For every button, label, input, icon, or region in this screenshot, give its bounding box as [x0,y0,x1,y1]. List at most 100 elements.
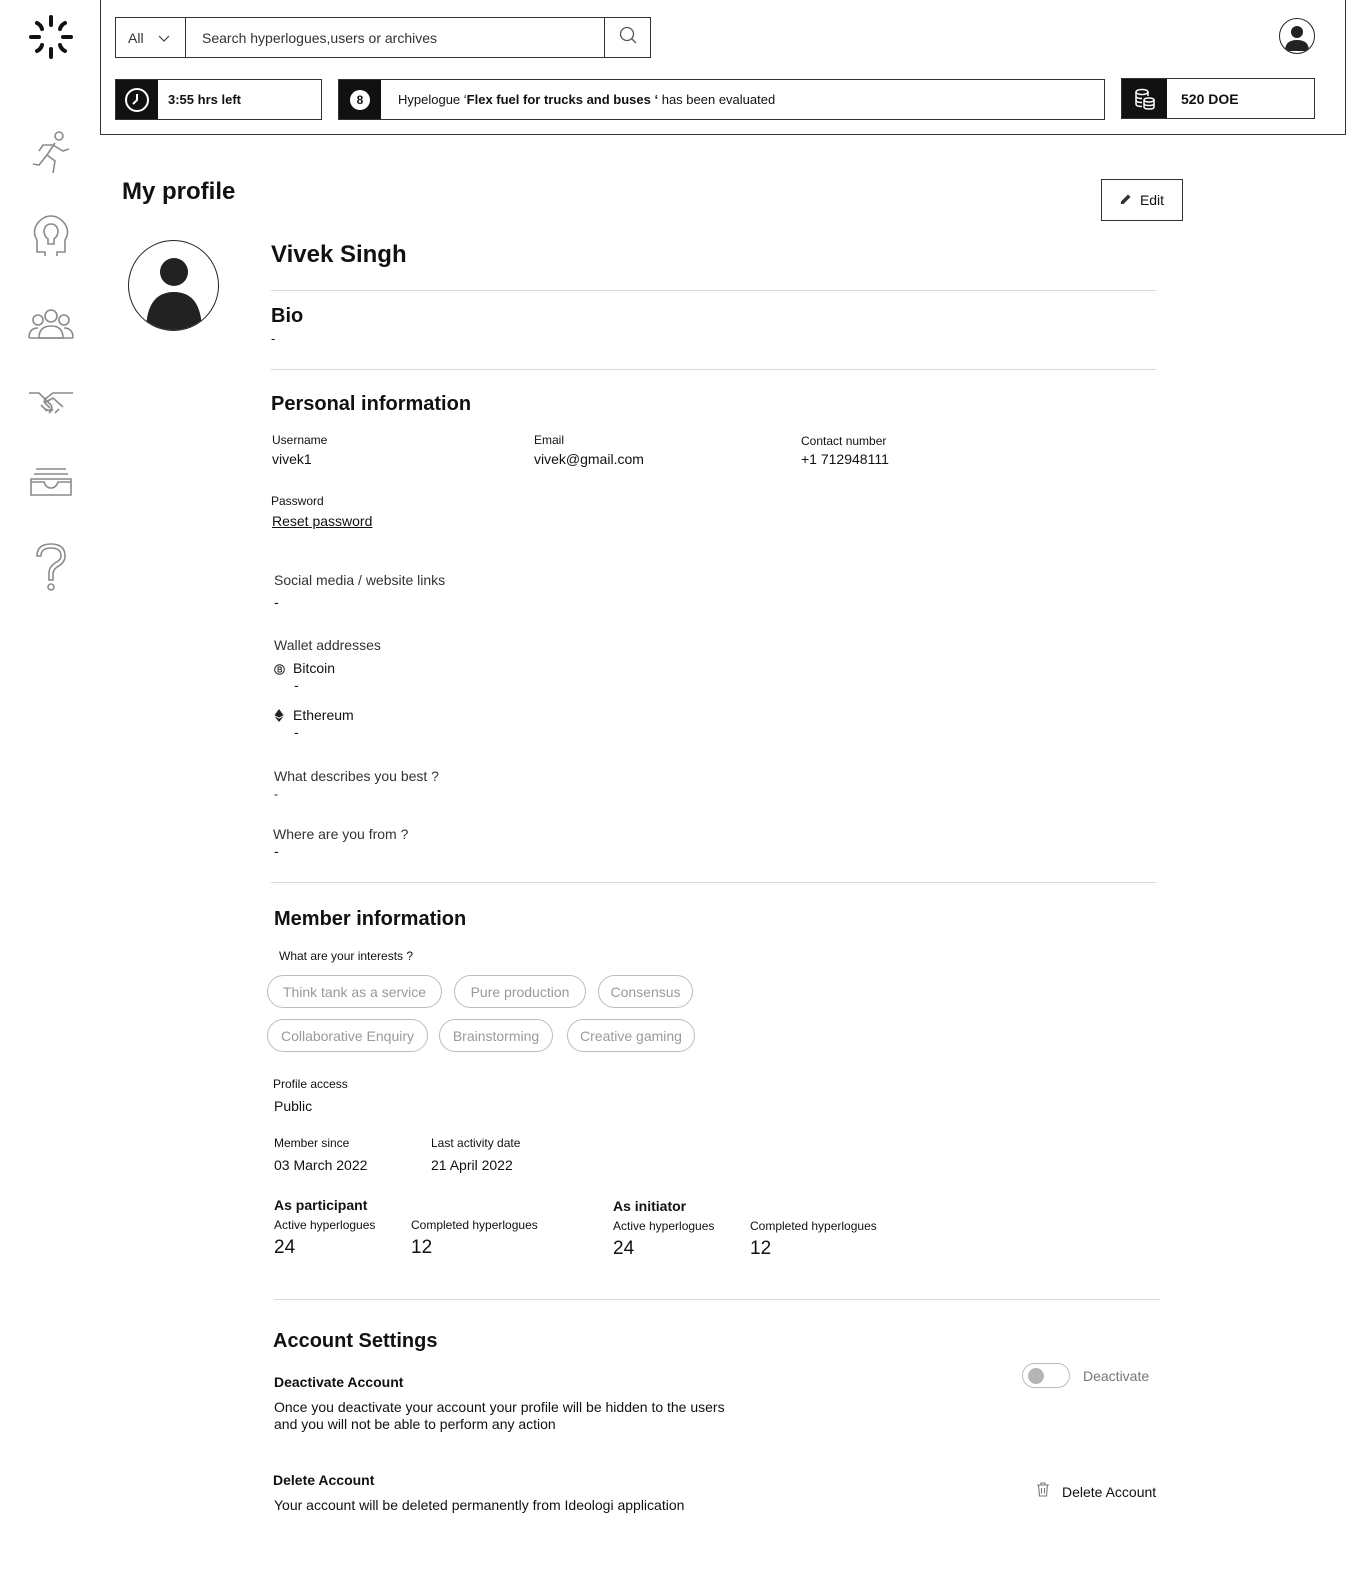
social-links-label: Social media / website links [274,572,446,588]
interest-chip[interactable]: Collaborative Enquiry [267,1019,428,1052]
delete-desc: Your account will be deleted permanently… [274,1497,685,1513]
bitcoin-icon [274,662,285,680]
divider [274,1299,1160,1300]
initiator-completed-value: 12 [750,1238,772,1259]
search-filter-value: All [128,29,144,46]
clock-icon [116,80,158,119]
member-since-label: Member since [274,1136,350,1150]
pencil-icon [1120,192,1132,208]
initiator-active-value: 24 [613,1238,635,1259]
balance-box: 520 DOE [1121,78,1315,119]
interests-label: What are your interests ? [279,949,414,963]
logo-icon[interactable] [24,10,78,64]
notification-title: Flex fuel for trucks and buses ‘ [466,92,659,107]
running-icon[interactable] [24,125,78,179]
deactivate-toggle-label: Deactivate [1083,1368,1150,1384]
deactivate-toggle[interactable] [1022,1363,1070,1388]
notification-prefix: Hypelogue ‘ [398,92,467,107]
notification-box[interactable]: 8 Hypelogue ‘Flex fuel for trucks and bu… [338,79,1105,120]
password-label: Password [271,494,324,508]
balance-text: 520 DOE [1181,90,1239,107]
ethereum-label: Ethereum [293,707,354,723]
initiator-active-label: Active hyperlogues [613,1219,715,1233]
chevron-down-icon [158,30,170,46]
member-info-title: Member information [274,908,467,930]
divider [271,290,1156,291]
ethereum-value: - [294,724,299,740]
search-bar: All [115,17,651,58]
profile-access-label: Profile access [273,1077,348,1091]
ethereum-icon [274,709,284,727]
timer-box: 3:55 hrs left [115,79,322,120]
wallet-addresses-label: Wallet addresses [274,637,381,653]
divider [271,369,1156,370]
bitcoin-label: Bitcoin [293,660,336,676]
member-since-value: 03 March 2022 [274,1157,368,1173]
participant-title: As participant [274,1197,368,1213]
deactivate-title: Deactivate Account [274,1374,404,1390]
bitcoin-value: - [294,677,299,693]
from-label: Where are you from ? [273,826,409,842]
search-input[interactable] [186,18,604,57]
interest-chip[interactable]: Think tank as a service [267,975,442,1008]
interest-chip[interactable]: Pure production [454,975,586,1008]
notification-text: Hypelogue ‘Flex fuel for trucks and buse… [381,80,775,119]
last-activity-label: Last activity date [431,1136,521,1150]
trash-icon [1036,1482,1050,1502]
initiator-completed-label: Completed hyperlogues [750,1219,877,1233]
from-value: - [274,843,279,859]
search-icon [619,26,637,49]
delete-account-button[interactable]: Delete Account [1036,1482,1156,1502]
delete-account-label: Delete Account [1062,1484,1157,1500]
help-icon[interactable] [24,540,78,594]
participant-completed-label: Completed hyperlogues [411,1218,538,1232]
email-label: Email [534,433,565,447]
initiator-title: As initiator [613,1198,687,1214]
user-avatar-button[interactable] [1279,18,1315,54]
edit-label: Edit [1139,192,1165,208]
coins-icon [1122,79,1167,118]
interest-chip[interactable]: Creative gaming [567,1019,695,1052]
search-filter-dropdown[interactable]: All [116,18,186,57]
profile-access-value: Public [274,1098,313,1114]
deactivate-desc-line2: and you will not be able to perform any … [274,1416,556,1432]
interest-chip[interactable]: Consensus [598,975,693,1008]
contact-value: +1 712948111 [801,451,889,467]
search-button[interactable] [604,18,650,57]
timer-text: 3:55 hrs left [168,92,241,107]
divider [271,882,1156,883]
email-value: vivek@gmail.com [534,451,644,467]
username-label: Username [272,433,328,447]
participant-active-label: Active hyperlogues [274,1218,376,1232]
describe-value: - [274,787,278,801]
reset-password-link[interactable]: Reset password [272,513,372,529]
account-settings-title: Account Settings [273,1330,438,1352]
toggle-knob [1028,1368,1044,1384]
personal-info-title: Personal information [271,393,472,415]
username-value: vivek1 [272,451,312,467]
bio-value: - [271,331,276,346]
notification-suffix: has been evaluated [658,92,776,107]
contact-label: Contact number [801,434,887,448]
notification-count: 8 [350,89,370,110]
describe-label: What describes you best ? [274,768,439,784]
delete-title: Delete Account [273,1472,375,1488]
inbox-tray-icon[interactable] [24,455,78,509]
participant-completed-value: 12 [411,1237,433,1258]
interest-chip[interactable]: Brainstorming [439,1019,553,1052]
handshake-icon[interactable] [24,376,78,430]
bio-title: Bio [271,305,304,327]
edit-button[interactable]: Edit [1101,179,1183,221]
notification-count-badge: 8 [339,80,381,119]
page-title: My profile [122,178,236,205]
user-icon [1284,25,1309,51]
last-activity-value: 21 April 2022 [431,1157,513,1173]
people-group-icon[interactable] [24,297,78,351]
user-icon [146,258,202,330]
social-links-value: - [274,594,279,610]
deactivate-desc-line1: Once you deactivate your account your pr… [274,1399,725,1415]
participant-active-value: 24 [274,1237,296,1258]
profile-avatar [128,240,219,331]
lightbulb-head-icon[interactable] [24,209,78,263]
profile-name: Vivek Singh [271,241,407,268]
